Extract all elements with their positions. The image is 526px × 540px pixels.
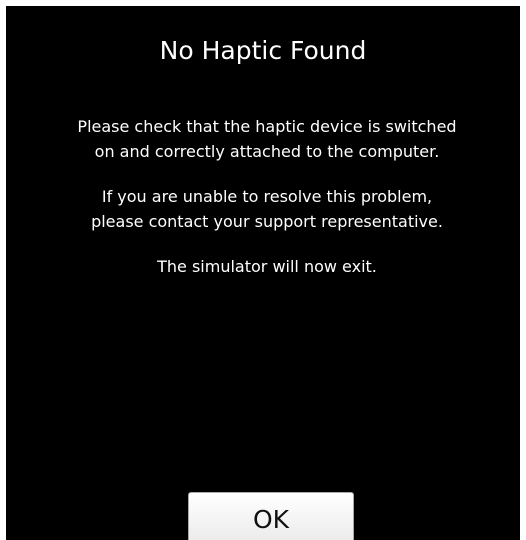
message-line: Please check that the haptic device is s… — [77, 117, 457, 136]
message-line: on and correctly attached to the compute… — [94, 142, 440, 161]
error-dialog: No Haptic Found Please check that the ha… — [6, 6, 520, 540]
dialog-title: No Haptic Found — [159, 36, 367, 65]
ok-button[interactable]: OK — [188, 492, 354, 540]
dialog-message: Please check that the haptic device is s… — [20, 114, 514, 279]
message-line: If you are unable to resolve this proble… — [101, 187, 433, 206]
message-line: The simulator will now exit. — [157, 257, 377, 276]
message-line: please contact your support representati… — [91, 212, 443, 231]
